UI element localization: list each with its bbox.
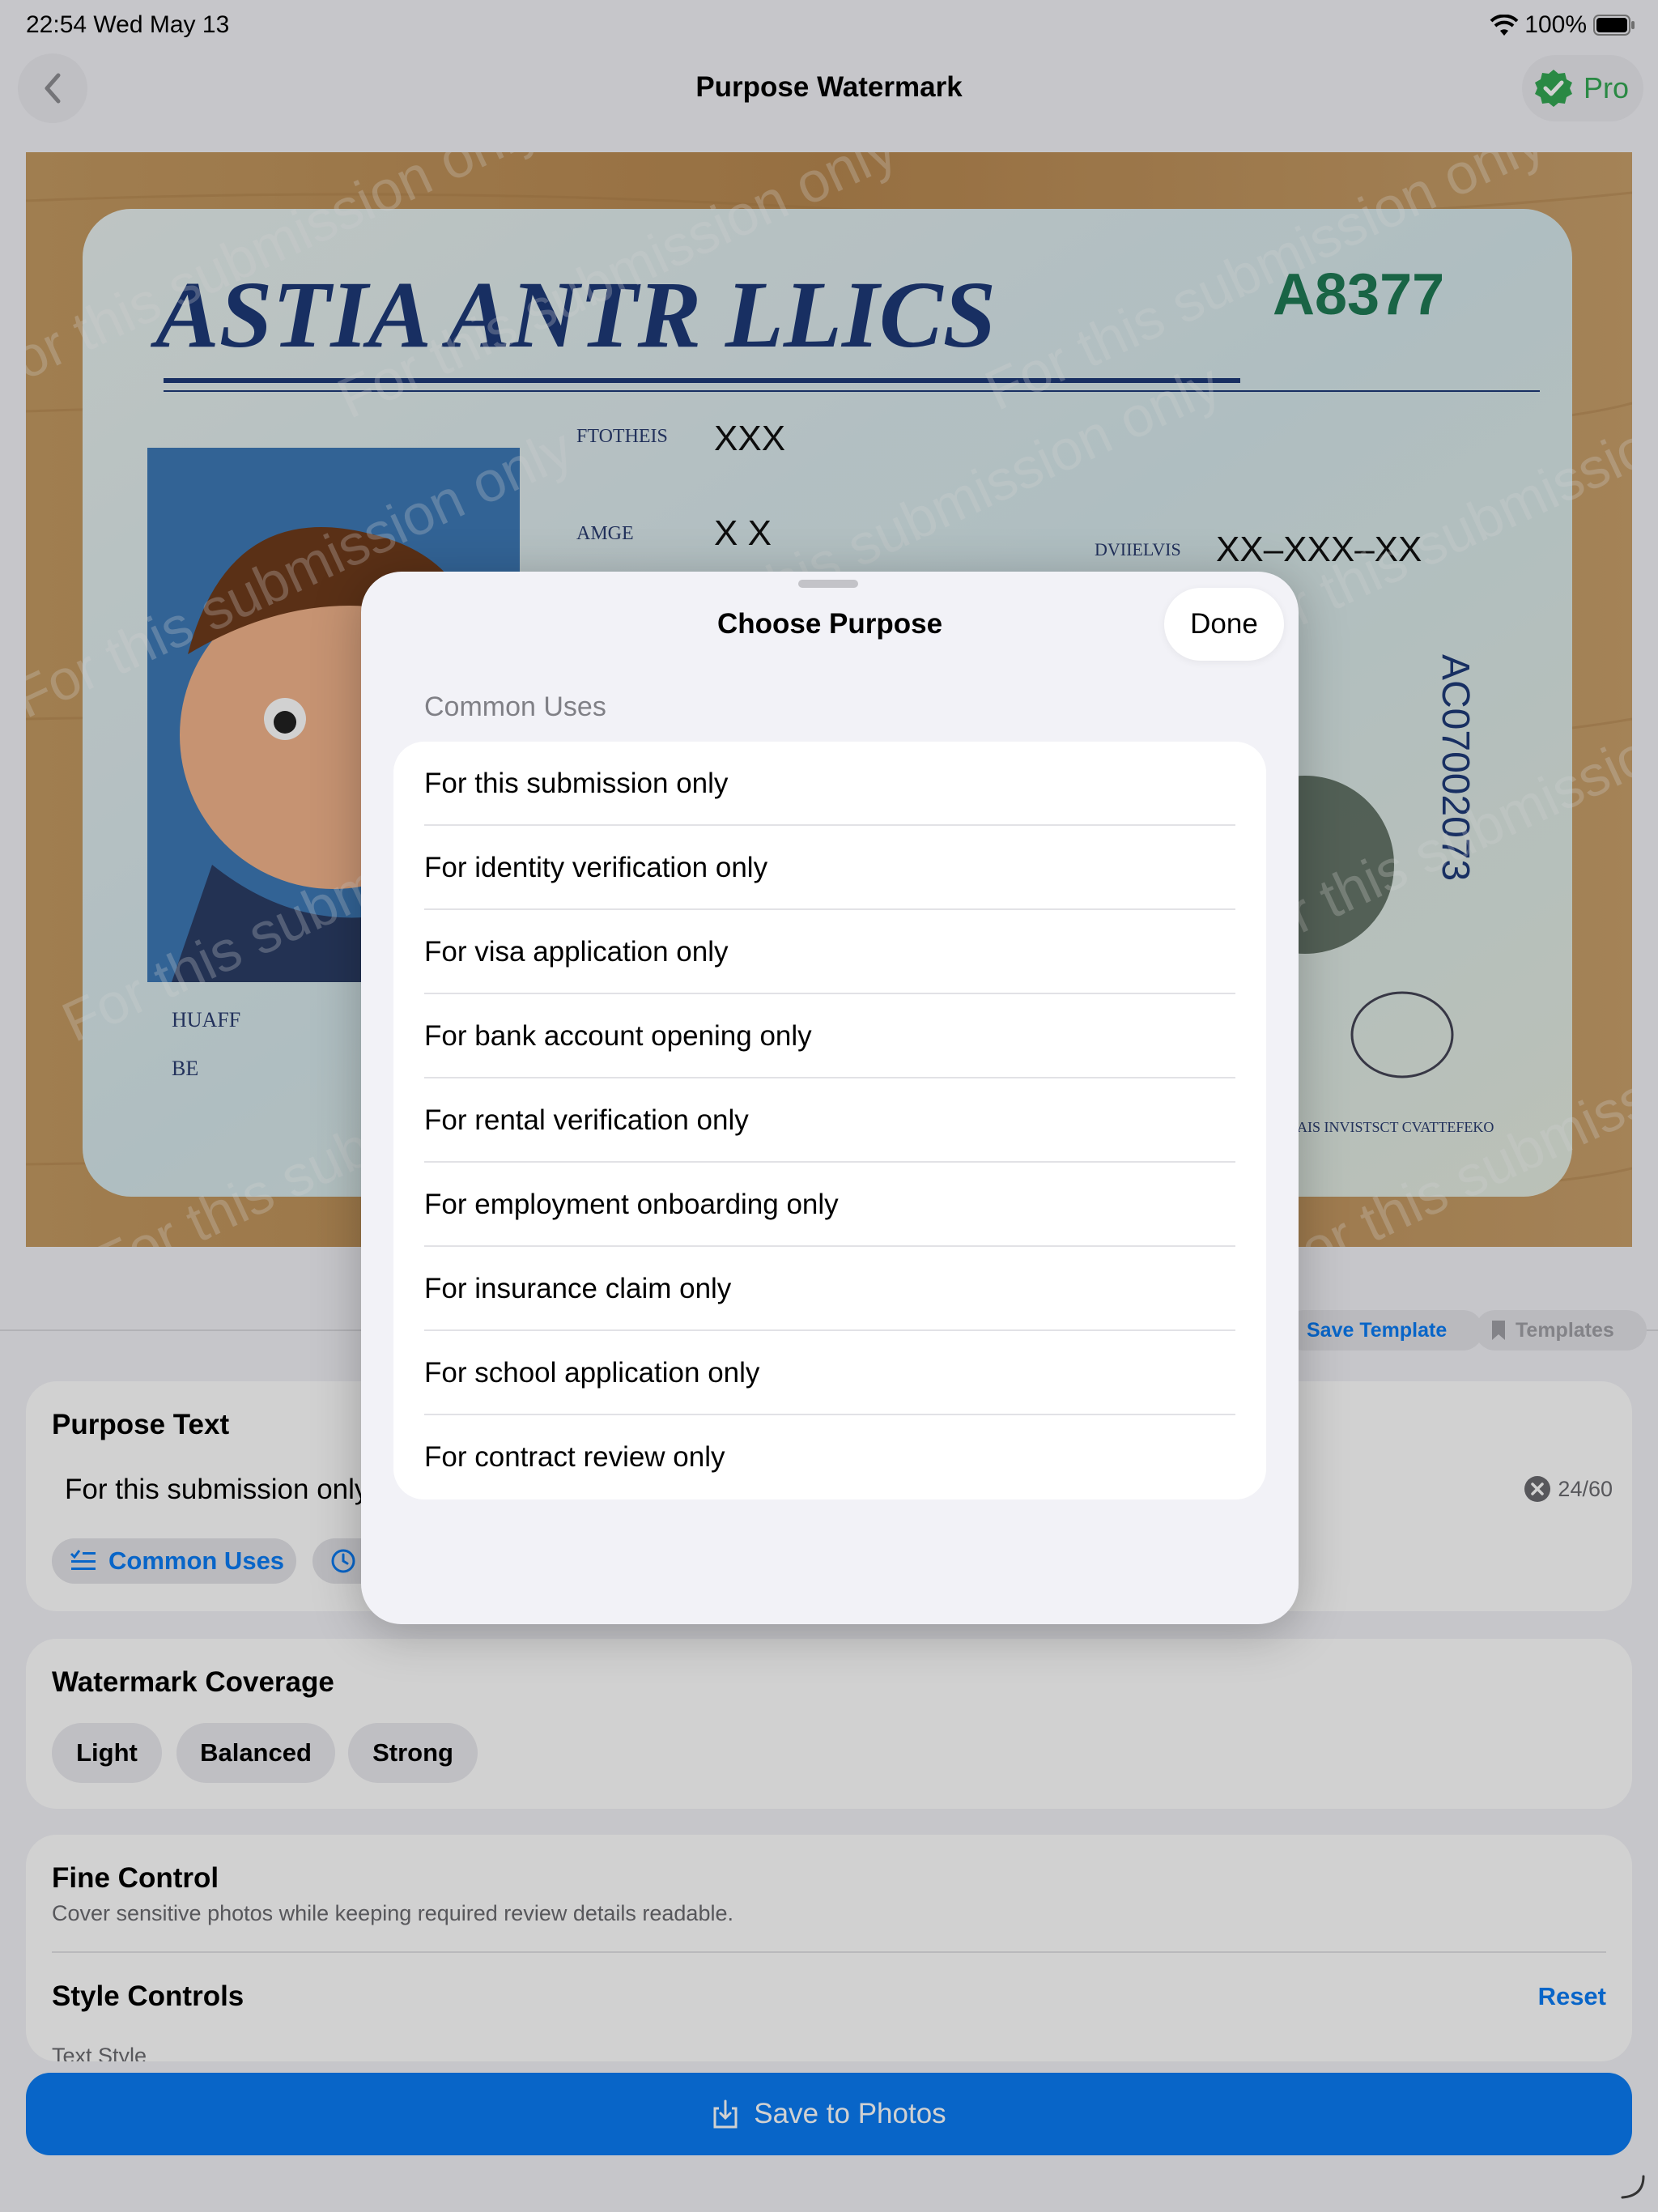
- sheet-title: Choose Purpose: [716, 608, 943, 640]
- purpose-option[interactable]: For rental verification only: [393, 1078, 1266, 1163]
- section-header: Common Uses: [424, 691, 606, 722]
- purpose-option-label: For this submission only: [424, 768, 729, 799]
- purpose-option[interactable]: For contract review only: [393, 1415, 1266, 1499]
- purpose-option-label: For bank account opening only: [424, 1020, 812, 1052]
- resize-handle-icon[interactable]: [1618, 2172, 1647, 2201]
- purpose-option-label: For school application only: [424, 1357, 760, 1389]
- purpose-option-label: For rental verification only: [424, 1104, 749, 1136]
- purpose-option[interactable]: For bank account opening only: [393, 994, 1266, 1078]
- sheet-grabber[interactable]: [798, 580, 858, 588]
- purpose-option[interactable]: For identity verification only: [393, 826, 1266, 910]
- done-button[interactable]: Done: [1164, 588, 1284, 661]
- choose-purpose-sheet: Choose Purpose Done Common Uses For this…: [361, 572, 1299, 1624]
- purpose-option[interactable]: For visa application only: [393, 910, 1266, 994]
- done-label: Done: [1190, 608, 1258, 640]
- purpose-option-label: For identity verification only: [424, 852, 768, 883]
- purpose-option-label: For visa application only: [424, 936, 729, 968]
- purpose-option[interactable]: For insurance claim only: [393, 1247, 1266, 1331]
- purpose-option[interactable]: For this submission only: [393, 742, 1266, 826]
- purpose-option-label: For employment onboarding only: [424, 1189, 839, 1220]
- purpose-option[interactable]: For school application only: [393, 1331, 1266, 1415]
- purpose-option-label: For contract review only: [424, 1441, 725, 1473]
- purpose-option[interactable]: For employment onboarding only: [393, 1163, 1266, 1247]
- purpose-option-label: For insurance claim only: [424, 1273, 732, 1304]
- purpose-list: For this submission only For identity ve…: [393, 742, 1266, 1499]
